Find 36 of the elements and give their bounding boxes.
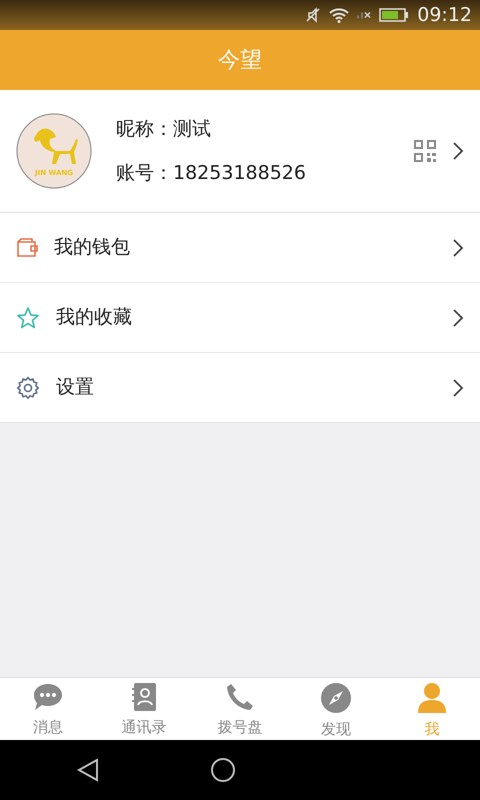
wifi-icon bbox=[329, 7, 350, 23]
page-title: 今望 bbox=[218, 46, 262, 74]
chevron-icon bbox=[452, 308, 464, 328]
account-value: 18253188526 bbox=[173, 161, 306, 186]
tab-button[interactable]: 拨号盘 bbox=[192, 678, 288, 740]
home-icon[interactable] bbox=[209, 756, 237, 784]
qr-code-icon[interactable] bbox=[414, 140, 436, 162]
chevron-icon[interactable] bbox=[452, 141, 464, 161]
chevron-icon bbox=[452, 378, 464, 398]
person-icon bbox=[417, 682, 447, 714]
mute-icon bbox=[305, 7, 322, 23]
wallet-icon bbox=[16, 238, 38, 258]
signal-icon bbox=[357, 12, 372, 18]
nickname-value: 测试 bbox=[173, 116, 211, 142]
account-label: 账号： bbox=[116, 161, 173, 186]
phone-icon bbox=[225, 682, 255, 712]
contacts-icon bbox=[130, 682, 158, 712]
menu-item[interactable]: 我的钱包 bbox=[0, 213, 480, 283]
star-icon bbox=[16, 306, 40, 330]
tab-button[interactable]: 发现 bbox=[288, 678, 384, 740]
menu-label: 我的钱包 bbox=[54, 235, 131, 260]
tab-button[interactable]: 我 bbox=[384, 678, 480, 740]
menu-item[interactable]: 我的收藏 bbox=[0, 283, 480, 353]
battery-icon bbox=[379, 7, 410, 23]
compass-icon bbox=[320, 682, 352, 714]
chat-icon bbox=[32, 682, 64, 712]
tab-button[interactable]: 消息 bbox=[0, 678, 96, 740]
tab-button[interactable]: 通讯录 bbox=[96, 678, 192, 740]
nickname-label: 昵称： bbox=[116, 116, 173, 142]
chevron-icon bbox=[452, 238, 464, 258]
menu-item[interactable]: 设置 bbox=[0, 353, 480, 423]
back-icon[interactable] bbox=[75, 757, 101, 783]
settings-icon bbox=[16, 376, 40, 400]
menu-label: 设置 bbox=[56, 375, 95, 400]
status-time: 09:12 bbox=[417, 2, 472, 28]
menu-label: 我的收藏 bbox=[56, 305, 133, 330]
